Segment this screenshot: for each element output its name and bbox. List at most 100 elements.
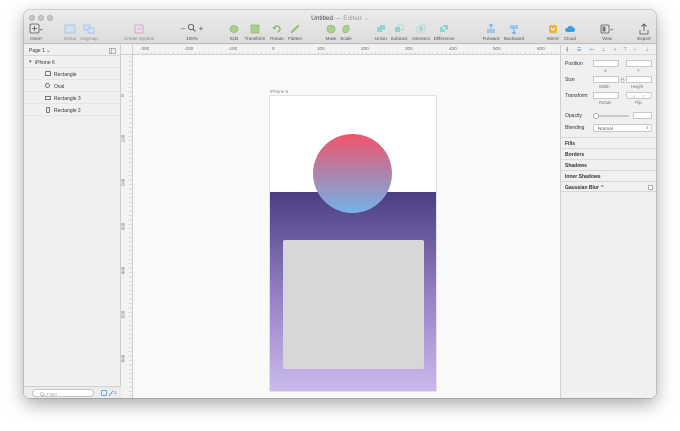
fills-section[interactable]: Fills	[561, 137, 656, 148]
mask-button[interactable]: Mask	[324, 23, 338, 41]
inner-shadows-section[interactable]: Inner Shadows	[561, 170, 656, 181]
layer-artboard-label: iPhone 6	[35, 59, 55, 66]
rotate-field[interactable]	[593, 92, 619, 99]
sidebar-toggle-icon[interactable]	[109, 47, 116, 54]
forward-button[interactable]: Forward	[480, 23, 502, 41]
flatten-button[interactable]: Flatten	[287, 23, 303, 41]
edited-status: — Edited	[334, 15, 362, 22]
backward-button[interactable]: Backward	[502, 23, 526, 41]
height-field[interactable]	[626, 76, 652, 83]
group-button[interactable]: Group	[62, 23, 78, 41]
title-chevron-icon[interactable]: ⌄	[363, 15, 368, 22]
align-top-icon[interactable]: ⊤	[623, 47, 628, 53]
toolbar: Untitled — Edited ⌄ Insert Group Ungroup…	[24, 10, 656, 44]
vertical-ruler[interactable]: 0 100 200 300 400 500 600	[121, 55, 133, 398]
artboard-iphone-6[interactable]	[270, 96, 436, 391]
view-label: View	[602, 36, 612, 41]
ruler-label: -100	[228, 46, 238, 51]
align-center-icon[interactable]: ⊥	[601, 47, 606, 53]
mirror-button[interactable]: Mirror	[545, 23, 561, 41]
position-label: Position	[565, 61, 583, 67]
ruler-label: -200	[184, 46, 194, 51]
position-y-field[interactable]	[626, 60, 652, 67]
symbol-icon	[134, 24, 144, 34]
width-field[interactable]	[593, 76, 619, 83]
gaussian-blur-section[interactable]: Gaussian Blur ⌃	[561, 181, 656, 192]
disclosure-triangle-icon[interactable]: ▼	[28, 59, 32, 64]
canvas[interactable]: iPhone 6	[133, 55, 560, 398]
lock-ratio-icon[interactable]	[620, 77, 625, 83]
scale-button[interactable]: Scale	[339, 23, 353, 41]
export-button[interactable]: Export	[636, 23, 652, 41]
shadows-section[interactable]: Shadows	[561, 159, 656, 170]
zoom-in-button[interactable]: +	[199, 24, 204, 33]
flatten-icon	[290, 24, 300, 34]
artboard-label[interactable]: iPhone 6	[270, 89, 288, 94]
rectangle-layer-icon	[45, 95, 51, 100]
ungroup-button[interactable]: Ungroup	[79, 23, 99, 41]
scale-icon	[342, 24, 350, 34]
zoom-out-button[interactable]: –	[181, 24, 185, 33]
blending-value: Normal	[598, 126, 613, 131]
view-button[interactable]: View	[600, 23, 614, 41]
flatten-label: Flatten	[287, 36, 303, 41]
symbols-filter-icon[interactable]	[101, 390, 108, 396]
layer-oval[interactable]: Oval	[24, 80, 120, 92]
layer-rectangle-3[interactable]: Rectangle 3	[24, 92, 120, 104]
y-caption: Y	[637, 68, 640, 73]
opacity-slider-thumb[interactable]	[593, 112, 599, 119]
align-right-icon[interactable]: ⊣	[612, 47, 617, 53]
ruler-label: 400	[121, 266, 126, 275]
borders-section[interactable]: Borders	[561, 148, 656, 159]
filter-input[interactable]: Filter	[32, 389, 94, 397]
edit-icon	[229, 25, 239, 33]
gray-rectangle[interactable]	[283, 240, 424, 369]
create-symbol-label: Create Symbol	[123, 36, 155, 41]
opacity-slider[interactable]	[595, 115, 629, 117]
union-icon	[377, 25, 385, 32]
transform-button[interactable]: Transform	[242, 23, 268, 41]
page-selector[interactable]: Page 1 ⌄	[24, 45, 120, 56]
cloud-button[interactable]: Cloud	[562, 23, 578, 41]
rotate-button[interactable]: Rotate	[268, 23, 286, 41]
group-label: Group	[63, 36, 77, 41]
intersect-button[interactable]: Intersect	[410, 23, 432, 41]
align-bottom-icon[interactable]: ⊥	[645, 47, 650, 53]
distribute-horizontal-icon[interactable]: ⫼	[566, 47, 571, 53]
flip-control[interactable]: ◁ ▽	[626, 92, 652, 99]
opacity-field[interactable]	[633, 112, 652, 119]
layer-rectangle[interactable]: Rectangle	[24, 68, 120, 80]
flip-horizontal-icon[interactable]: ◁	[632, 94, 635, 99]
difference-button[interactable]: Difference	[432, 23, 456, 41]
horizontal-ruler[interactable]: -300 -200 -100 0 100 200 300 400 500 600	[133, 45, 560, 55]
page-name: Page 1 ⌄	[29, 48, 51, 54]
ungroup-label: Ungroup	[80, 36, 98, 41]
gradient-oval[interactable]	[313, 134, 392, 213]
group-icon	[64, 24, 76, 34]
difference-icon	[440, 25, 448, 32]
rectangle-layer-icon	[45, 71, 51, 76]
flip-vertical-icon[interactable]: ▽	[642, 94, 645, 99]
inner-shadows-label: Inner Shadows	[565, 174, 601, 180]
size-label: Size	[565, 77, 575, 83]
blending-dropdown[interactable]: Normal ⇕	[593, 124, 652, 132]
ungroup-icon	[83, 24, 95, 34]
position-x-field[interactable]	[593, 60, 619, 67]
align-left-icon[interactable]: ⊢	[590, 47, 595, 53]
subtract-button[interactable]: Subtract	[389, 23, 409, 41]
forward-label: Forward	[482, 36, 500, 41]
distribute-vertical-icon[interactable]: ☰	[577, 47, 582, 53]
gaussian-blur-checkbox[interactable]	[648, 185, 653, 190]
x-caption: X	[604, 68, 607, 73]
rotate-label: Rotate	[270, 36, 284, 41]
filter-count: 1	[114, 389, 117, 395]
ruler-label: 0	[121, 94, 125, 97]
create-symbol-button[interactable]: Create Symbol	[122, 23, 156, 41]
edit-button[interactable]: Edit	[228, 23, 240, 41]
union-button[interactable]: Union	[374, 23, 388, 41]
layer-rectangle-2[interactable]: Rectangle 2	[24, 104, 120, 116]
align-middle-icon[interactable]: ⊦	[634, 47, 639, 53]
layer-artboard[interactable]: ▼ iPhone 6	[24, 56, 120, 68]
insert-button[interactable]: Insert	[27, 23, 45, 41]
backward-label: Backward	[503, 36, 525, 41]
